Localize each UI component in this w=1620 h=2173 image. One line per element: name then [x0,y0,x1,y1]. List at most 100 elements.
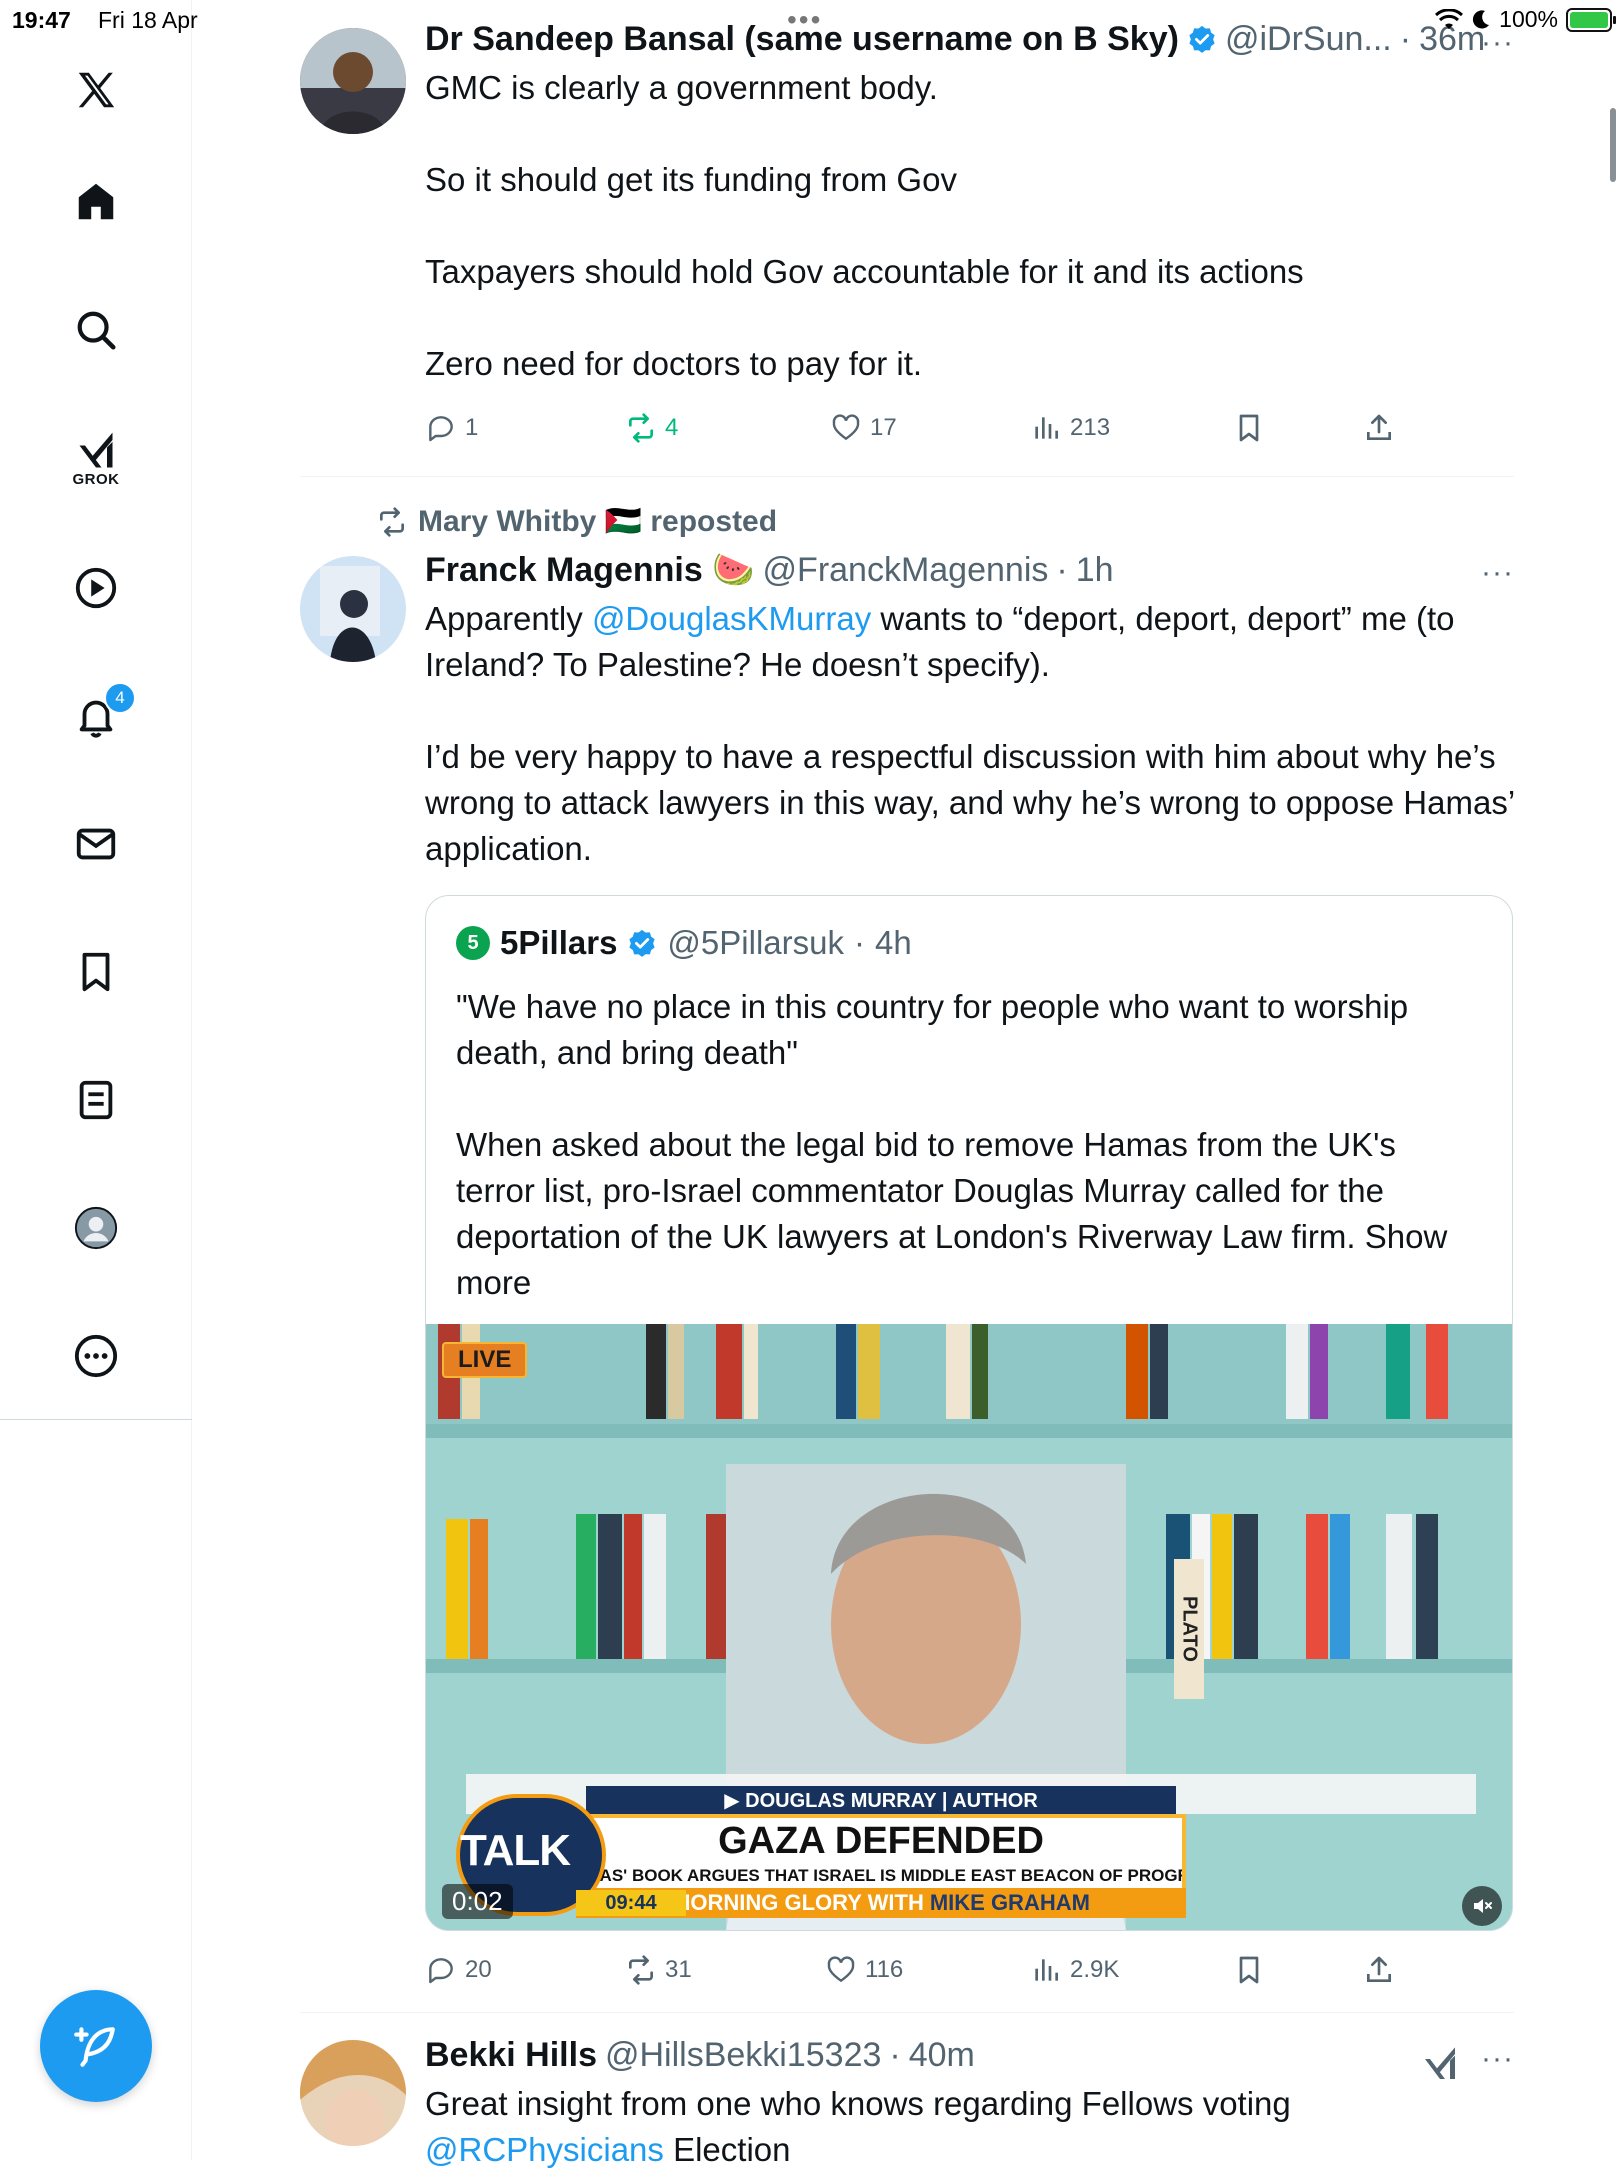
tweet-divider [300,2012,1514,2013]
like-button[interactable]: 17 [830,412,897,444]
views-icon [1035,1959,1058,1981]
mention-link[interactable]: @DouglasKMurray [592,600,871,637]
status-bar: 19:47 Fri 18 Apr ••• 100% [0,0,1620,40]
views-count: 2.9K [1070,1956,1120,1983]
repost-button[interactable]: 4 [625,412,678,444]
bookmark-button[interactable] [1233,412,1265,444]
text-span: Apparently [425,600,592,637]
reply-count: 20 [465,1956,492,1983]
share-icon [1367,1956,1391,1982]
tweet-paragraph: I’d be very happy to have a respectful d… [425,738,1514,867]
more-options-icon[interactable]: ··· [1481,556,1514,590]
speaker-muted-icon [1474,1899,1492,1913]
quote-avatar[interactable]: 5 [456,926,490,960]
repost-by-label[interactable]: Mary Whitby 🇵🇸 reposted [418,504,777,539]
scrollbar[interactable] [1610,108,1616,182]
tweet-time[interactable]: 40m [909,2036,975,2075]
tweet-actions: 20 31 116 2.9K [425,1950,1515,1990]
dot-separator: · [1056,551,1068,589]
views-button[interactable]: 213 [1030,412,1110,444]
views-button[interactable]: 2.9K [1030,1954,1119,1986]
bookmark-icon [1239,414,1259,442]
repost-icon [629,1955,653,1985]
tweet-paragraph: Zero need for doctors to pay for it. [425,345,923,382]
tweet[interactable]: Dr Sandeep Bansal (same username on B Sk… [300,20,1514,387]
share-button[interactable] [1363,1954,1395,1986]
messages-icon [76,828,116,860]
nav-bookmarks[interactable] [56,932,136,1012]
repost-context[interactable]: Mary Whitby 🇵🇸 reposted [376,504,777,539]
profile-icon [74,1206,118,1250]
share-button[interactable] [1363,412,1395,444]
reply-count: 1 [465,414,479,441]
tweet-text: Great insight from one who knows regardi… [425,2081,1514,2173]
like-button[interactable]: 116 [825,1954,903,1986]
grok-label: GROK [72,470,120,488]
like-count: 17 [870,414,897,441]
bookmarks-icon [82,952,110,992]
tweet-paragraph: @RCPhysicians Election [425,2127,1514,2173]
nav-grok[interactable]: GROK [56,418,136,498]
lower-third-headline: GAZA DEFENDED [576,1814,1186,1864]
wifi-icon [1435,8,1464,29]
tweet-actions: 1 4 17 213 [425,408,1515,448]
mute-button[interactable] [1462,1886,1502,1926]
broadcast-clock: 09:44 [576,1890,686,1916]
channel-logo-text: TALK [460,1826,571,1875]
show-host: MIKE GRAHAM [929,1890,1090,1915]
author-name[interactable]: Bekki Hills [425,2036,597,2075]
video-duration: 0:02 [442,1884,513,1919]
grok-icon[interactable] [1420,2044,1460,2084]
mention-link[interactable]: @RCPhysicians [425,2131,664,2168]
quoted-tweet[interactable]: 5 5Pillars @5Pillarsuk · 4h "We have no … [425,895,1513,1931]
compose-button[interactable] [40,1990,152,2102]
like-count: 116 [865,1956,904,1983]
nav-messages[interactable] [56,804,136,884]
quote-time[interactable]: 4h [875,924,912,962]
text-span: Election [663,2131,791,2168]
nav-notifications[interactable]: 4 [56,676,136,756]
quote-author-name[interactable]: 5Pillars [500,924,617,962]
views-count: 213 [1070,414,1111,441]
repost-button[interactable]: 31 [625,1954,692,1986]
home-icon [78,183,114,220]
bookmark-button[interactable] [1233,1954,1265,1986]
more-options-icon[interactable]: ··· [1481,2042,1514,2076]
nav-video[interactable] [56,548,136,628]
quote-author-handle[interactable]: @5Pillarsuk [667,924,844,962]
status-date: Fri 18 Apr [98,7,198,33]
notification-badge: 4 [104,682,136,714]
repost-icon [380,506,404,537]
battery-charging-icon [1566,7,1616,32]
quote-text: "We have no place in this country for pe… [456,984,1476,1352]
nav-more[interactable] [56,1316,136,1396]
multitasking-dots[interactable]: ••• [787,4,822,36]
grok-icon [79,432,113,467]
tweet[interactable]: Bekki Hills @HillsBekki15323 · 40m ··· G… [300,2036,1514,2173]
quote-paragraph: When asked about the legal bid to remove… [456,1126,1448,1301]
video-player[interactable]: LIVE PLATO ▶ DOUGLAS MURRAY | AUTHOR GAZ… [426,1324,1512,1930]
nav-lists[interactable] [56,1060,136,1140]
reply-button[interactable]: 20 [425,1954,492,1986]
nav-profile[interactable] [56,1188,136,1268]
x-logo[interactable] [56,50,136,130]
heart-icon [832,414,860,441]
sidebar: GROK 4 [0,0,192,2160]
tweet-time[interactable]: 1h [1076,551,1114,590]
tweet-paragraph: So it should get its funding from Gov [425,161,957,198]
search-icon [77,311,116,350]
status-time: 19:47 [12,7,71,33]
reply-icon [429,416,453,442]
lists-icon [79,1080,113,1120]
video-icon [75,567,117,609]
tweet[interactable]: Franck Magennis 🍉 @FranckMagennis · 1h ·… [300,550,1514,872]
author-handle[interactable]: @FranckMagennis [763,551,1049,590]
dot-separator: · [889,2036,901,2074]
nav-search[interactable] [56,290,136,370]
author-handle[interactable]: @HillsBekki15323 [605,2036,881,2075]
author-name[interactable]: Franck Magennis 🍉 [425,550,755,590]
nav-home[interactable] [56,162,136,242]
more-icon [74,1334,118,1378]
tweet-text: Apparently @DouglasKMurray wants to “dep… [425,596,1514,872]
reply-button[interactable]: 1 [425,412,478,444]
